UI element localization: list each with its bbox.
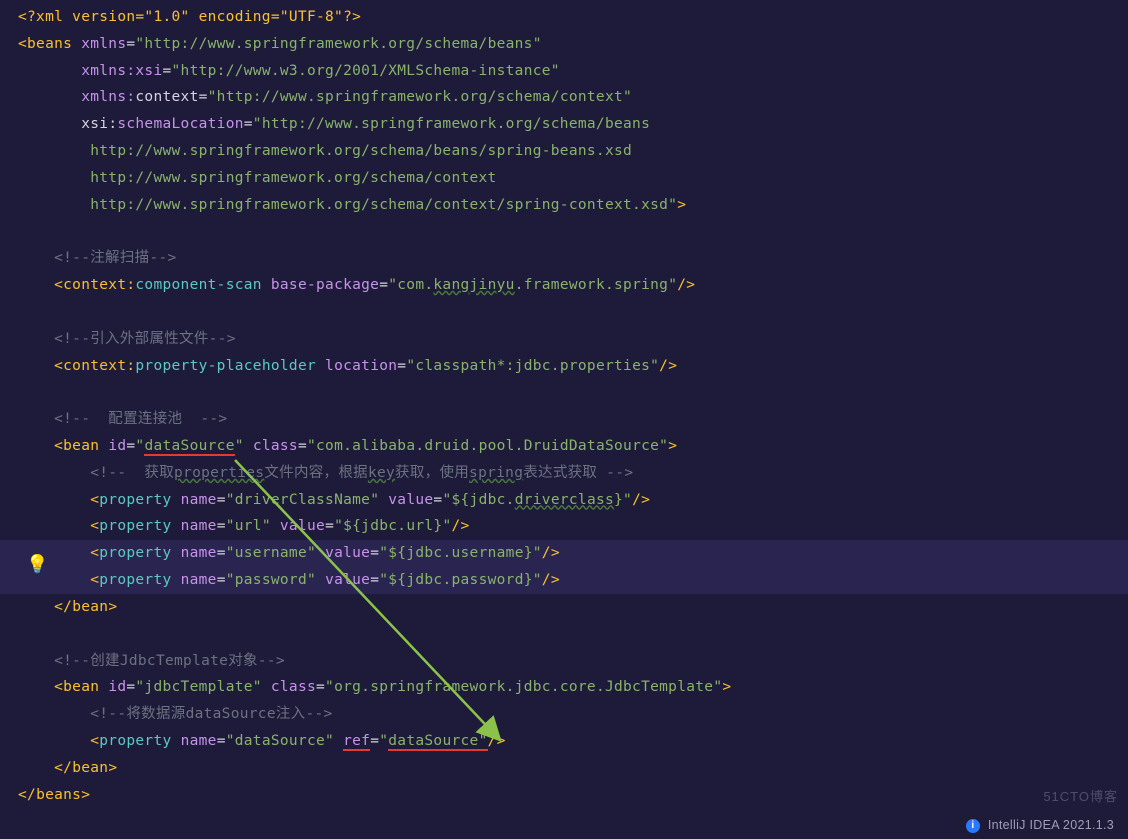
ref-attr: ref [343,733,370,751]
code-line: <!-- 配置连接池 --> [0,406,1128,433]
code-line: <property name="url" value="${jdbc.url}"… [0,513,1128,540]
comment: <!--将数据源dataSource注入--> [90,706,332,722]
code-line: <!--将数据源dataSource注入--> [0,701,1128,728]
code-line: <?xml version="1.0" encoding="UTF-8"?> [0,4,1128,31]
code-line: xsi:schemaLocation="http://www.springfra… [0,111,1128,138]
code-line: </beans> [0,782,1128,809]
code-line [0,379,1128,406]
intention-bulb-icon[interactable]: 💡 [26,548,49,581]
comment: <!--引入外部属性文件--> [54,331,236,347]
code-line: <!--引入外部属性文件--> [0,326,1128,353]
watermark-text: 51CTO博客 [1043,785,1118,809]
code-line: http://www.springframework.org/schema/be… [0,138,1128,165]
code-line: </bean> [0,594,1128,621]
code-line: xmlns:xsi="http://www.w3.org/2001/XMLSch… [0,58,1128,85]
comment: <!--注解扫描--> [54,250,176,266]
code-line: <!--创建JdbcTemplate对象--> [0,648,1128,675]
code-line: <context:component-scan base-package="co… [0,272,1128,299]
code-line [0,299,1128,326]
status-bar: i IntelliJ IDEA 2021.1.3 [956,813,1128,839]
code-line [0,219,1128,246]
code-editor[interactable]: <?xml version="1.0" encoding="UTF-8"?> <… [0,0,1128,808]
code-line: <bean id="jdbcTemplate" class="org.sprin… [0,674,1128,701]
datasource-ref: dataSource [388,733,478,751]
xml-decl: <?xml version="1.0" encoding="UTF-8"?> [18,9,361,25]
code-line: </bean> [0,755,1128,782]
code-line: <property name="password" value="${jdbc.… [0,567,1128,594]
code-line: <bean id="dataSource" class="com.alibaba… [0,433,1128,460]
code-line: <!-- 获取properties文件内容，根据key获取，使用spring表达… [0,460,1128,487]
code-line: <property name="username" value="${jdbc.… [0,540,1128,567]
code-line: http://www.springframework.org/schema/co… [0,165,1128,192]
comment: <!-- 配置连接池 --> [54,411,227,427]
comment: <!--创建JdbcTemplate对象--> [54,653,285,669]
datasource-id: dataSource [144,438,234,456]
code-line: xmlns:context="http://www.springframewor… [0,84,1128,111]
code-line [0,621,1128,648]
code-line: <property name="dataSource" ref="dataSou… [0,728,1128,755]
ide-version-label: IntelliJ IDEA 2021.1.3 [988,814,1114,837]
code-line: http://www.springframework.org/schema/co… [0,192,1128,219]
code-line: <property name="driverClassName" value="… [0,487,1128,514]
info-icon: i [966,819,980,833]
code-line: <beans xmlns="http://www.springframework… [0,31,1128,58]
code-line: <!--注解扫描--> [0,245,1128,272]
code-line: <context:property-placeholder location="… [0,353,1128,380]
